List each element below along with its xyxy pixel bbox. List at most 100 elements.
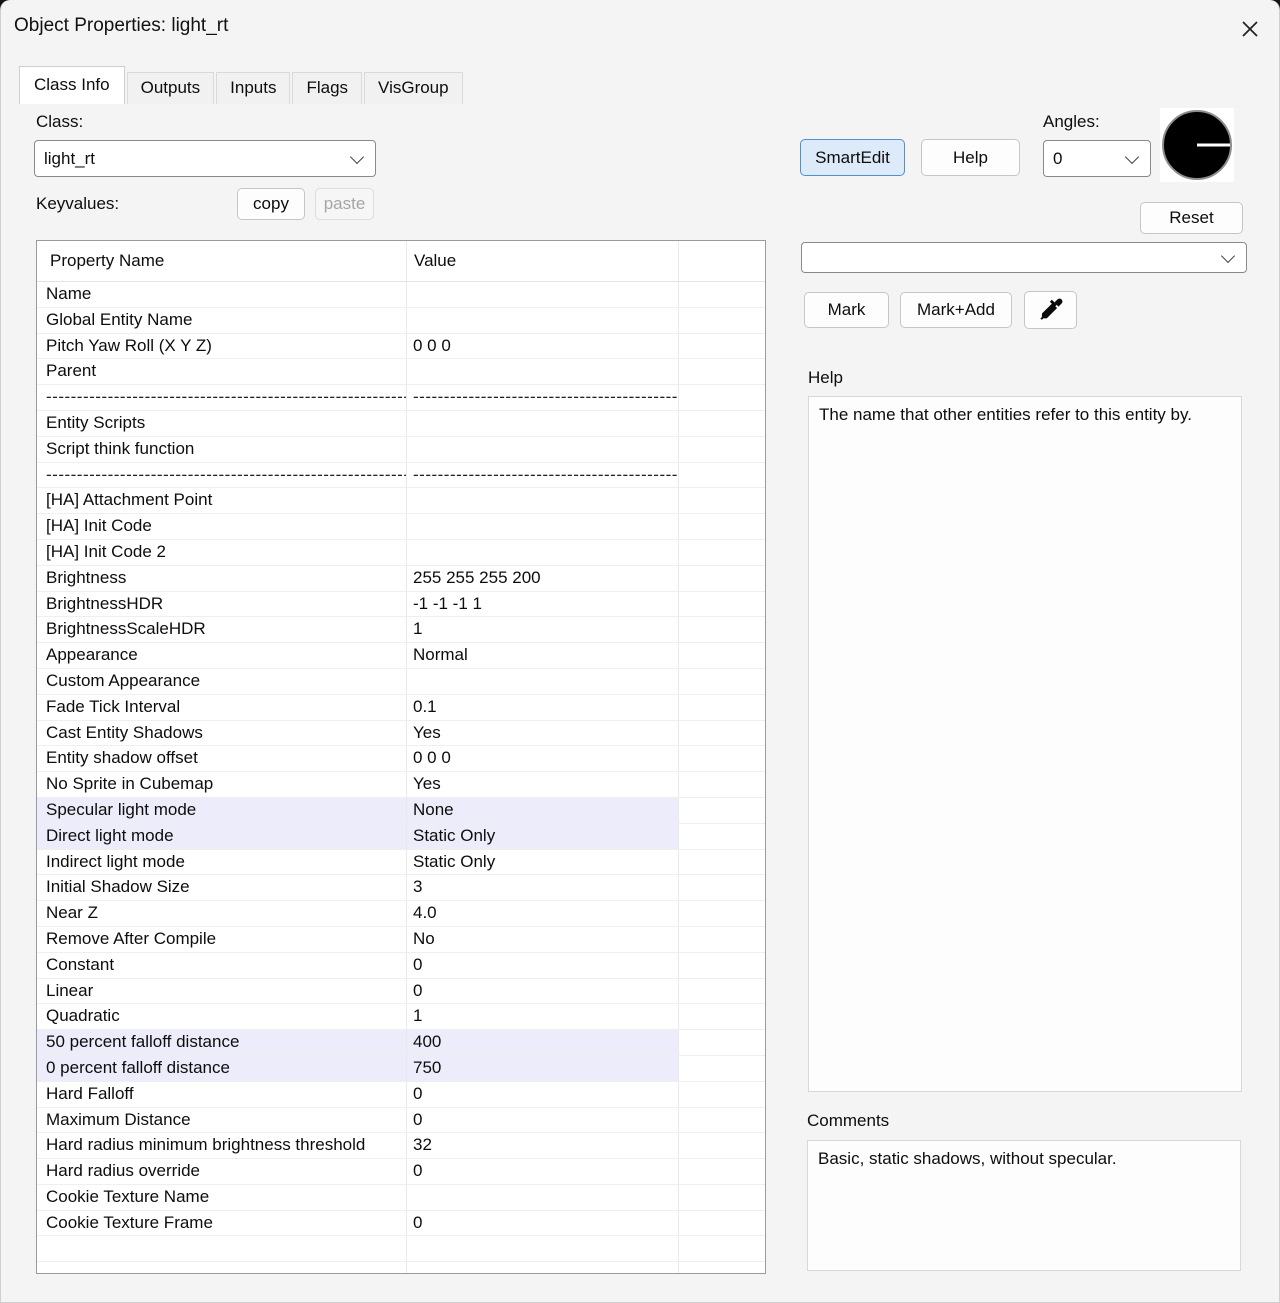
property-value-cell: 0 — [407, 1081, 679, 1107]
property-extra-cell — [679, 540, 765, 565]
tab-inputs[interactable]: Inputs — [216, 72, 291, 104]
property-name-cell: Initial Shadow Size — [37, 875, 407, 901]
property-name-cell: Custom Appearance — [37, 668, 407, 694]
property-value-cell: Yes — [407, 720, 679, 746]
property-name-cell: [HA] Init Code 2 — [37, 539, 407, 565]
table-row[interactable]: Parent — [37, 359, 765, 386]
table-row[interactable]: Hard radius override 0 — [37, 1159, 765, 1185]
table-row[interactable]: Entity shadow offset 0 0 0 — [37, 746, 765, 773]
table-row[interactable] — [37, 1262, 765, 1273]
table-row[interactable] — [37, 1236, 765, 1263]
table-row[interactable]: Cookie Texture Frame 0 — [37, 1210, 765, 1237]
object-properties-dialog: Object Properties: light_rt Class Info Ou… — [0, 0, 1280, 1303]
tab-flags[interactable]: Flags — [292, 72, 363, 104]
comments-text-box[interactable]: Basic, static shadows, without specular. — [807, 1140, 1241, 1271]
table-row[interactable]: Script think function — [37, 436, 765, 463]
property-value-cell: 400 — [407, 1030, 679, 1055]
table-row[interactable]: Global Entity Name — [37, 307, 765, 334]
table-row[interactable]: [HA] Attachment Point — [37, 488, 765, 515]
property-extra-cell — [679, 1211, 765, 1236]
property-value-cell — [407, 1262, 679, 1273]
property-extra-cell — [679, 308, 765, 333]
table-row[interactable]: Cookie Texture Name — [37, 1184, 765, 1211]
table-row[interactable]: Name — [37, 282, 765, 308]
table-row[interactable]: Direct light mode Static Only — [37, 823, 765, 850]
tab-class-info[interactable]: Class Info — [19, 66, 125, 104]
property-extra-cell — [679, 875, 765, 900]
table-row[interactable]: Specular light mode None — [37, 797, 765, 824]
property-value-cell — [407, 1184, 679, 1210]
angles-combobox[interactable]: 0 — [1043, 140, 1151, 177]
property-value-cell: 255 255 255 200 — [407, 565, 679, 591]
class-combobox-value: light_rt — [44, 148, 96, 168]
property-extra-cell — [679, 1159, 765, 1184]
property-name-cell: Brightness — [37, 565, 407, 591]
property-name-cell: Cast Entity Shadows — [37, 720, 407, 746]
column-header-extra — [679, 241, 765, 281]
separator-row[interactable]: ----------------------------------------… — [37, 385, 765, 411]
property-value-cell: ----------------------------------------… — [407, 462, 679, 488]
table-row[interactable]: Constant 0 — [37, 952, 765, 979]
table-row[interactable]: Hard Falloff 0 — [37, 1081, 765, 1108]
property-name-cell: Script think function — [37, 436, 407, 462]
property-name-cell: ----------------------------------------… — [37, 462, 407, 488]
table-row[interactable]: 50 percent falloff distance 400 — [37, 1030, 765, 1056]
smartedit-button[interactable]: SmartEdit — [800, 139, 905, 176]
table-row[interactable]: Entity Scripts — [37, 410, 765, 437]
property-value-cell: 1 — [407, 617, 679, 643]
tab-visgroup[interactable]: VisGroup — [364, 72, 463, 104]
help-button[interactable]: Help — [921, 139, 1020, 176]
property-name-cell: Direct light mode — [37, 823, 407, 849]
table-row[interactable]: Initial Shadow Size 3 — [37, 875, 765, 902]
property-extra-cell — [679, 359, 765, 384]
table-row[interactable]: Pitch Yaw Roll (X Y Z) 0 0 0 — [37, 333, 765, 360]
property-extra-cell — [679, 334, 765, 359]
property-value-cell: No — [407, 926, 679, 952]
class-combobox[interactable]: light_rt — [34, 140, 376, 177]
table-row[interactable]: Remove After Compile No — [37, 926, 765, 953]
table-row[interactable]: Custom Appearance — [37, 668, 765, 695]
property-name-cell: No Sprite in Cubemap — [37, 772, 407, 797]
table-row[interactable]: Appearance Normal — [37, 643, 765, 669]
property-extra-cell — [679, 824, 765, 849]
separator-row[interactable]: ----------------------------------------… — [37, 462, 765, 489]
property-value-cell: 0.1 — [407, 694, 679, 720]
table-row[interactable]: BrightnessHDR -1 -1 -1 1 — [37, 591, 765, 618]
angle-dial[interactable] — [1160, 108, 1234, 182]
tab-outputs[interactable]: Outputs — [126, 72, 215, 104]
mark-button[interactable]: Mark — [804, 292, 889, 328]
property-value-cell: Normal — [407, 643, 679, 668]
table-row[interactable]: BrightnessScaleHDR 1 — [37, 617, 765, 644]
table-row[interactable]: [HA] Init Code 2 — [37, 539, 765, 566]
property-extra-cell — [679, 746, 765, 771]
table-row[interactable]: Maximum Distance 0 — [37, 1107, 765, 1134]
property-extra-cell — [679, 1082, 765, 1107]
table-row[interactable]: Near Z 4.0 — [37, 901, 765, 927]
table-row[interactable]: Brightness 255 255 255 200 — [37, 565, 765, 592]
close-button[interactable] — [1233, 12, 1267, 46]
table-row[interactable]: Fade Tick Interval 0.1 — [37, 694, 765, 721]
keyvalue-filter-combobox[interactable] — [801, 242, 1247, 273]
property-extra-cell — [679, 927, 765, 952]
table-row[interactable]: 0 percent falloff distance 750 — [37, 1055, 765, 1082]
copy-button[interactable]: copy — [237, 188, 305, 220]
reset-button[interactable]: Reset — [1140, 202, 1243, 234]
table-row[interactable]: [HA] Init Code — [37, 514, 765, 540]
paste-button[interactable]: paste — [315, 188, 374, 220]
window-title: Object Properties: light_rt — [14, 15, 229, 36]
table-row[interactable]: Linear 0 — [37, 978, 765, 1005]
table-row[interactable]: Indirect light mode Static Only — [37, 849, 765, 876]
table-row[interactable]: Hard radius minimum brightness threshold… — [37, 1133, 765, 1160]
table-row[interactable]: No Sprite in Cubemap Yes — [37, 772, 765, 798]
mark-add-button[interactable]: Mark+Add — [900, 292, 1012, 328]
property-extra-cell — [679, 514, 765, 539]
table-row[interactable]: Cast Entity Shadows Yes — [37, 720, 765, 747]
eyedropper-button[interactable] — [1024, 291, 1077, 329]
property-name-cell: Hard Falloff — [37, 1081, 407, 1107]
table-row[interactable]: Quadratic 1 — [37, 1004, 765, 1031]
comments-group-label: Comments — [807, 1111, 890, 1130]
property-value-cell — [407, 539, 679, 565]
property-value-cell: 0 — [407, 1210, 679, 1236]
title-bar: Object Properties: light_rt — [1, 0, 1279, 56]
property-name-cell: 0 percent falloff distance — [37, 1055, 407, 1081]
